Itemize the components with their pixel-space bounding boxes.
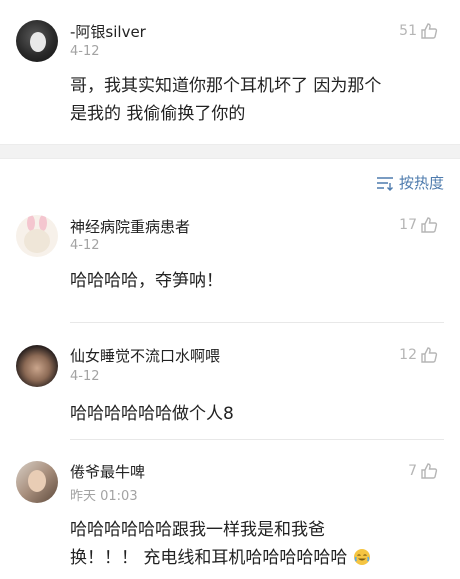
comment-text: 哈哈哈哈哈哈跟我一样我是和我爸 换！！！ 充电线和耳机哈哈哈哈哈哈 <box>70 516 450 572</box>
thumbs-up-icon <box>421 217 438 233</box>
comment-date: 4-12 <box>70 238 100 253</box>
sort-lines-icon <box>376 176 393 191</box>
username[interactable]: 神经病院重病患者 <box>70 216 190 237</box>
thumbs-up-icon <box>421 23 438 39</box>
avatar[interactable] <box>16 20 58 62</box>
like-button[interactable]: 51 <box>399 22 438 40</box>
like-count: 17 <box>399 217 417 233</box>
avatar[interactable] <box>16 461 58 503</box>
comment-text: 哈哈哈哈，夺笋呐！ <box>70 271 223 291</box>
sort-bar: 按热度 <box>0 159 460 207</box>
avatar[interactable] <box>16 215 58 257</box>
like-button[interactable]: 17 <box>399 216 438 234</box>
thumbs-up-icon <box>421 463 438 479</box>
like-count: 12 <box>399 347 417 363</box>
reply-item: 仙女睡觉不流口水啊喂 4-12 12 哈哈哈哈哈哈做个人8 <box>0 323 460 440</box>
main-comment: -阿银silver 4-12 51 哥，我其实知道你那个耳机坏了 因为那个 是我… <box>0 0 460 144</box>
comment-date: 4-12 <box>70 44 100 59</box>
username[interactable]: 仙女睡觉不流口水啊喂 <box>70 345 220 366</box>
like-count: 7 <box>408 463 417 479</box>
like-button[interactable]: 12 <box>399 346 438 364</box>
comment-date: 昨天 01:03 <box>70 489 138 504</box>
like-count: 51 <box>399 23 417 39</box>
username[interactable]: 倦爷最牛啤 <box>70 461 145 482</box>
reply-item: 神经病院重病患者 4-12 17 哈哈哈哈，夺笋呐！ <box>0 207 460 323</box>
comment-text: 哈哈哈哈哈哈做个人8 <box>70 404 234 424</box>
sort-label: 按热度 <box>398 174 444 192</box>
comment-date: 4-12 <box>70 369 100 384</box>
like-button[interactable]: 7 <box>408 462 438 480</box>
reply-item: 倦爷最牛啤 昨天 01:03 7 哈哈哈哈哈哈跟我一样我是和我爸 换！！！ 充电… <box>0 440 460 579</box>
crying-laughing-emoji-icon <box>353 549 370 565</box>
section-separator <box>0 144 460 159</box>
username[interactable]: -阿银silver <box>70 21 146 42</box>
thumbs-up-icon <box>421 347 438 363</box>
comment-text: 哥，我其实知道你那个耳机坏了 因为那个 是我的 我偷偷换了你的 <box>70 76 382 124</box>
avatar[interactable] <box>16 345 58 387</box>
sort-button[interactable]: 按热度 <box>376 172 444 193</box>
